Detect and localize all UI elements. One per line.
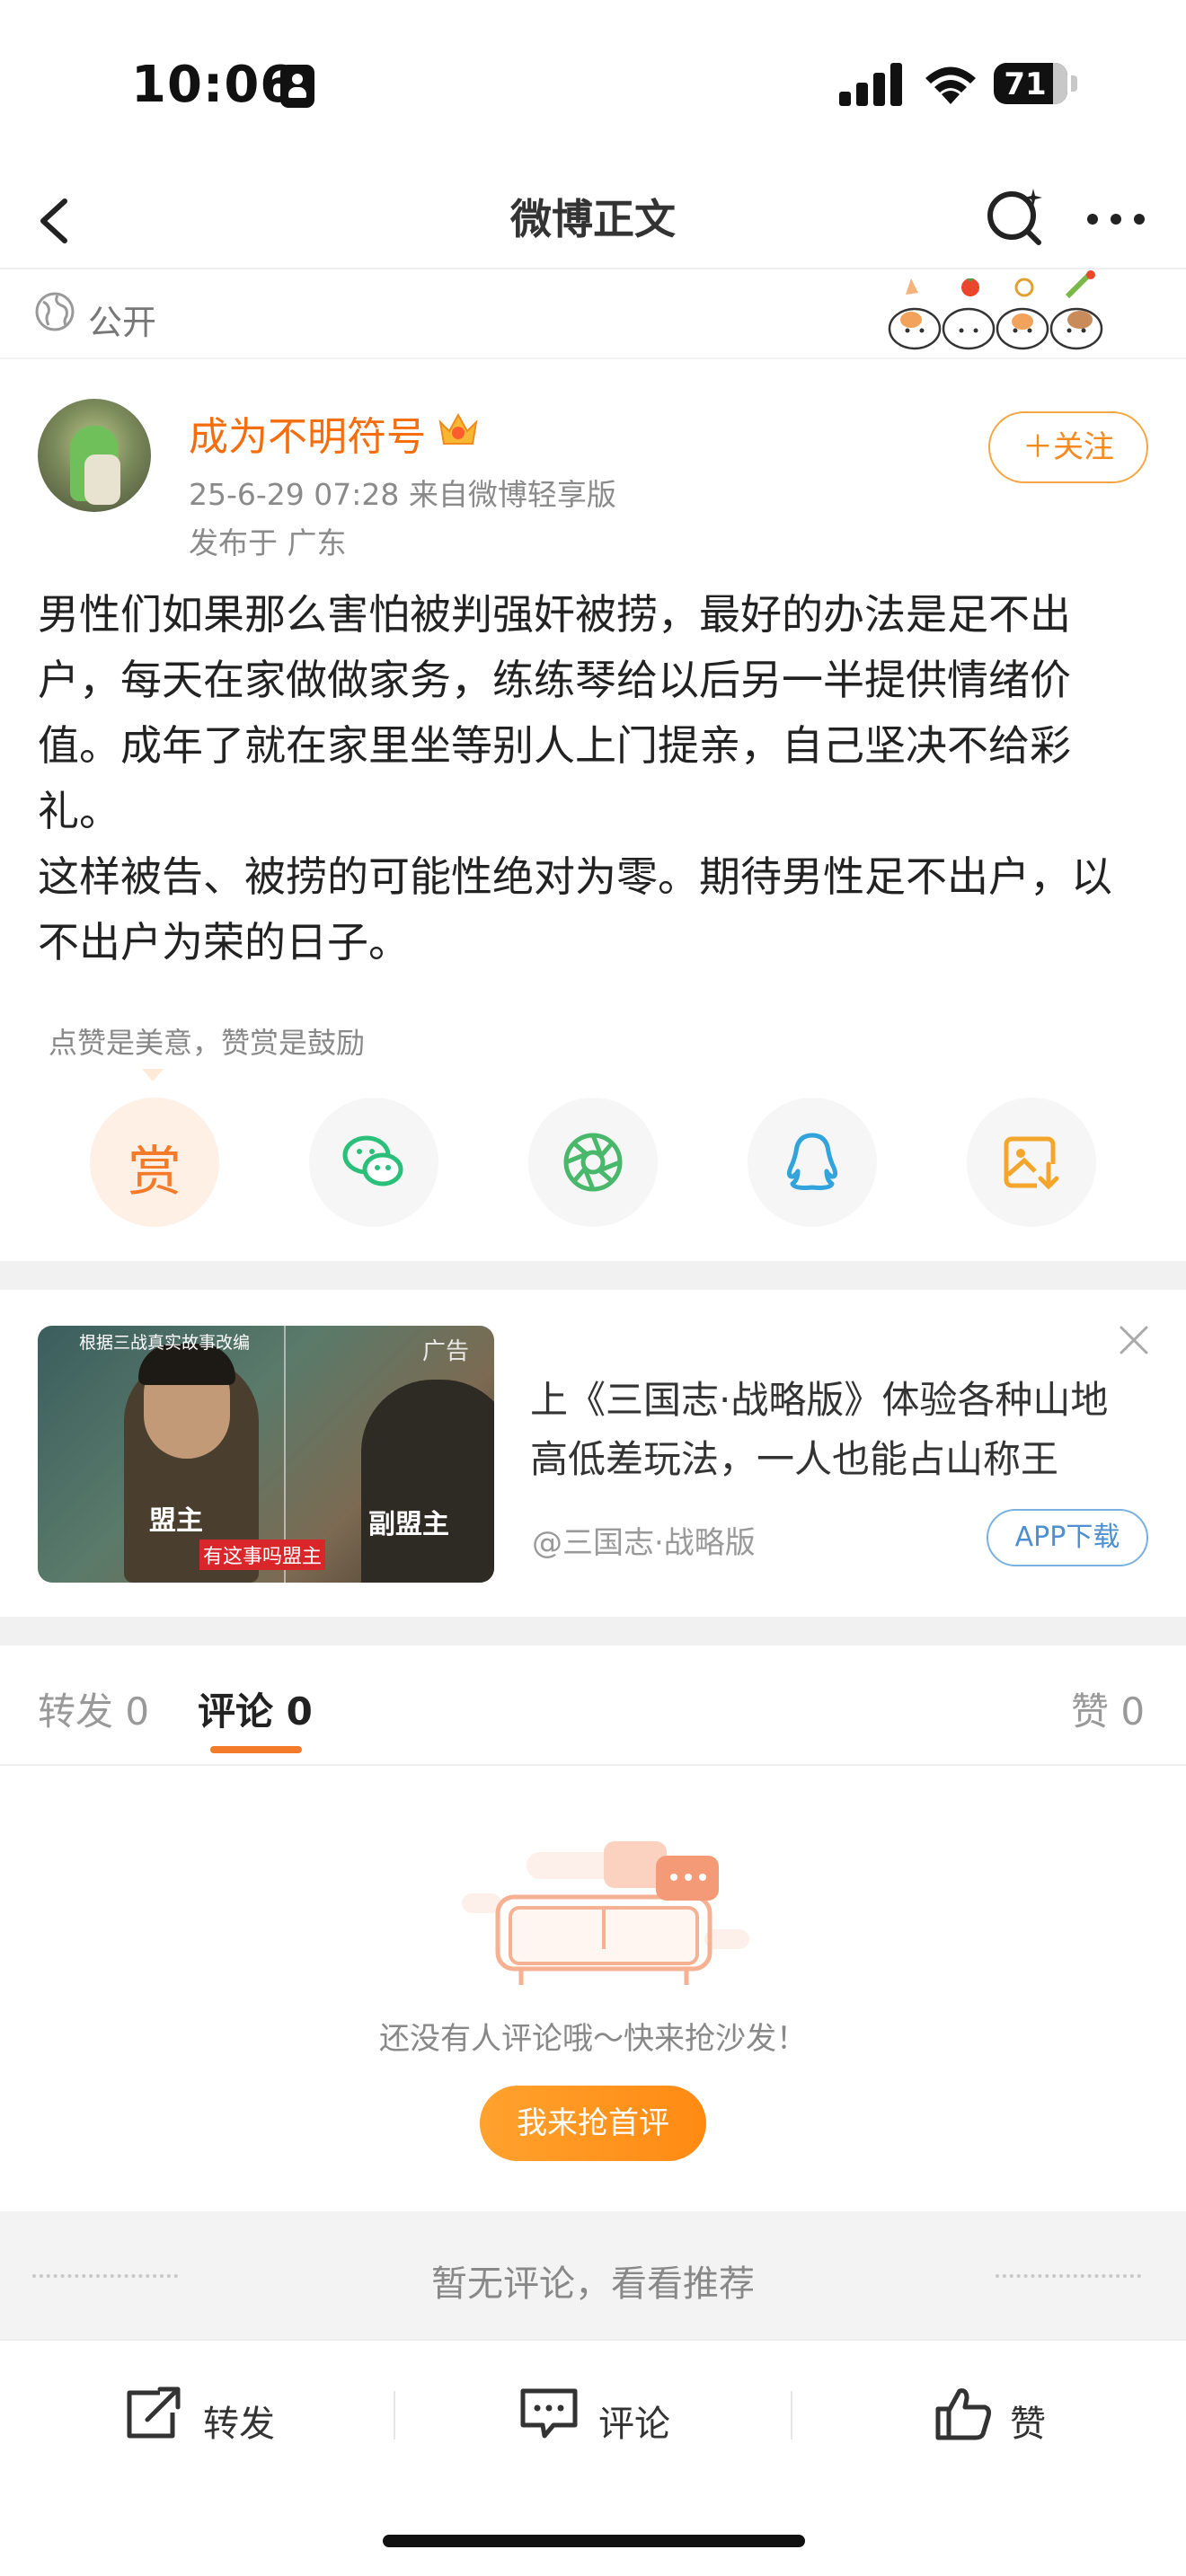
- section-divider: [0, 1261, 1186, 1290]
- status-bar: 10:06 71: [0, 0, 1186, 171]
- tab-comment[interactable]: 评论 0: [198, 1681, 313, 1736]
- visibility-row: 公开: [0, 270, 1186, 359]
- comment-button[interactable]: 评论: [519, 2382, 699, 2445]
- repost-button[interactable]: 转发: [124, 2382, 304, 2445]
- recommend-text[interactable]: 暂无评论，看看推荐: [0, 2254, 1186, 2307]
- toolbar-separator: [394, 2391, 395, 2439]
- moments-icon: [563, 1133, 623, 1192]
- section-divider: [0, 1617, 1186, 1645]
- vip-crown-icon[interactable]: [437, 410, 480, 449]
- avatar[interactable]: [38, 399, 151, 512]
- empty-comments-text: 还没有人评论哦～快来抢沙发！: [379, 2021, 807, 2057]
- cat-sticker-decoration: [888, 270, 1103, 350]
- wechat-icon: [342, 1135, 403, 1187]
- ad-image-caption-left: 盟主: [149, 1505, 203, 1537]
- thumbs-up-icon: [935, 2388, 991, 2440]
- first-comment-button[interactable]: 我来抢首评: [480, 2086, 706, 2161]
- qq-icon: [786, 1133, 838, 1190]
- recommend-bar[interactable]: 暂无评论，看看推荐: [0, 2211, 1186, 2339]
- cellular-signal-icon: [839, 63, 902, 106]
- follow-button[interactable]: ＋关注: [988, 411, 1148, 483]
- active-tab-indicator: [210, 1746, 302, 1753]
- save-image-icon: [1004, 1136, 1060, 1191]
- comment-tabs: 转发 0 评论 0 赞 0: [0, 1645, 1186, 1766]
- visibility-label: 公开: [88, 303, 157, 342]
- close-icon[interactable]: [1118, 1324, 1150, 1356]
- repost-icon: [127, 2386, 181, 2439]
- share-row: 赏: [0, 1098, 1186, 1231]
- search-icon[interactable]: [979, 181, 1051, 253]
- reward-button[interactable]: 赏: [90, 1098, 219, 1227]
- ad-image-caption-top: 根据三战真实故事改编: [79, 1333, 251, 1353]
- battery-icon: 71: [994, 63, 1067, 104]
- comment-label: 评论: [598, 2404, 670, 2445]
- battery-tip: [1071, 75, 1077, 92]
- like-button[interactable]: 赞: [934, 2382, 1060, 2445]
- repost-label: 转发: [203, 2404, 275, 2445]
- post-location: 发布于 广东: [189, 525, 347, 560]
- wifi-icon: [925, 66, 976, 104]
- save-image-button[interactable]: [967, 1098, 1096, 1227]
- tab-repost[interactable]: 转发 0: [38, 1681, 149, 1736]
- bottom-toolbar: 转发 评论 赞: [0, 2339, 1186, 2484]
- author-name[interactable]: 成为不明符号: [189, 404, 426, 462]
- ad-tag: 广告: [422, 1338, 470, 1365]
- app-download-button[interactable]: APP下载: [987, 1509, 1148, 1566]
- contact-card-icon: [280, 65, 314, 108]
- share-moments-button[interactable]: [528, 1098, 658, 1227]
- home-indicator: [383, 2535, 805, 2547]
- empty-sofa-illustration: [462, 1841, 749, 1985]
- ad-image[interactable]: 根据三战真实故事改编 广告 盟主 副盟主 有这事吗盟主: [38, 1326, 494, 1583]
- ad-image-caption-right: 副盟主: [368, 1509, 449, 1540]
- ad-source[interactable]: @三国志·战略版: [532, 1518, 756, 1562]
- reward-icon: 赏: [128, 1141, 181, 1204]
- reward-hint: 点赞是美意，赞赏是鼓励: [49, 1026, 366, 1060]
- post-meta: 25-6-29 07:28 来自微博轻享版: [189, 477, 616, 512]
- battery-level: 71: [1004, 66, 1047, 102]
- status-time: 10:06: [131, 56, 296, 114]
- globe-icon: [35, 292, 75, 331]
- divider-dots: [996, 2274, 1141, 2278]
- like-label: 赞: [1010, 2404, 1046, 2445]
- navbar: 微博正文: [0, 171, 1186, 269]
- ad-title[interactable]: 上《三国志·战略版》体验各种山地高低差玩法，一人也能占山称王: [530, 1371, 1141, 1489]
- post-text: 男性们如果那么害怕被判强奸被捞，最好的办法是足不出户，每天在家做做家务，练练琴给…: [38, 590, 1112, 966]
- hint-pointer-icon: [142, 1069, 164, 1081]
- comment-icon: [520, 2388, 578, 2439]
- share-qq-button[interactable]: [748, 1098, 877, 1227]
- tab-like[interactable]: 赞 0: [1071, 1681, 1145, 1736]
- ad-image-caption-bottom: 有这事吗盟主: [199, 1539, 326, 1570]
- share-wechat-button[interactable]: [309, 1098, 438, 1227]
- toolbar-separator: [791, 2391, 792, 2439]
- more-options-icon[interactable]: [1080, 181, 1152, 253]
